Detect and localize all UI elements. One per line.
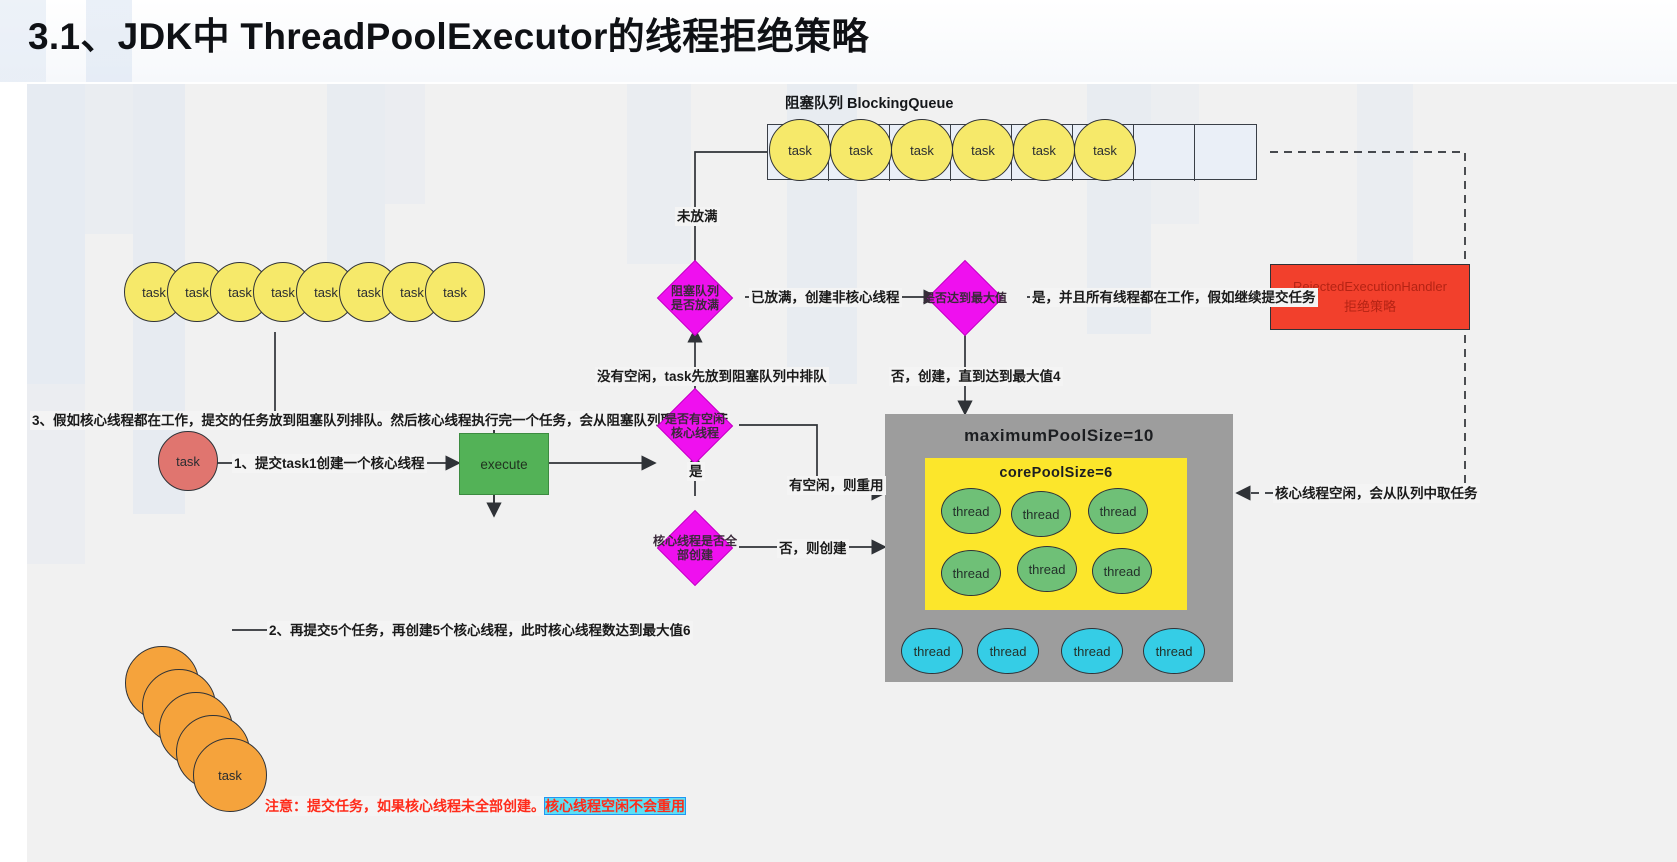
non-core-thread: thread <box>901 628 963 674</box>
core-thread: thread <box>941 488 1001 534</box>
warning-note-highlight: 核心线程空闲不会重用 <box>544 797 686 815</box>
queued-task: task <box>193 738 267 812</box>
edge-label-queue-not-full: 未放满 <box>675 207 720 226</box>
diamond-shape <box>656 259 734 337</box>
decision-all-core-created: 核心线程是否全 部创建 <box>645 509 745 587</box>
queue-task: task <box>1074 119 1136 181</box>
warning-note-text: 注意：提交任务，如果核心线程未全部创建。 <box>265 798 545 814</box>
edge-label-max-reached-submit: 是，并且所有线程都在工作，假如继续提交任务 <box>1030 288 1318 307</box>
edge-label-queue-full-create-noncore: 已放满，创建非核心线程 <box>749 288 902 307</box>
non-core-thread: thread <box>1143 628 1205 674</box>
reject-subtitle: 拒绝策略 <box>1343 299 1396 314</box>
annotation-step2: 2、再提交5个任务，再创建5个核心线程，此时核心线程数达到最大值6 <box>267 621 693 640</box>
maximum-pool: maximumPoolSize=10 corePoolSize=6 thread… <box>885 414 1233 682</box>
warning-note: 注意：提交任务，如果核心线程未全部创建。核心线程空闲不会重用 <box>265 796 686 816</box>
diamond-shape <box>656 387 734 465</box>
annotation-step3: 3、假如核心线程都在工作，提交的任务放到阻塞队列排队。然后核心线程执行完一个任务… <box>30 411 731 430</box>
maximum-pool-title: maximumPoolSize=10 <box>964 426 1154 445</box>
edge-label-not-max-create: 否，创建，直到达到最大值4 <box>889 367 1063 386</box>
queue-cell-empty <box>1195 125 1256 181</box>
edge-label-core-idle-take: 核心线程空闲，会从队列中取任务 <box>1273 484 1480 503</box>
core-pool-title: corePoolSize=6 <box>999 465 1113 481</box>
page-title: 3.1、JDK中 ThreadPoolExecutor的线程拒绝策略 <box>28 16 869 57</box>
edge-label-yes: 是 <box>687 462 705 481</box>
decision-queue-full: 阻塞队列 是否放满 <box>645 259 745 337</box>
diagram-canvas: 阻塞队列 BlockingQueue task task task task t… <box>27 84 1677 862</box>
core-thread: thread <box>1017 546 1077 592</box>
queue-task: task <box>891 119 953 181</box>
queue-task: task <box>830 119 892 181</box>
non-core-thread: thread <box>1061 628 1123 674</box>
non-core-thread: thread <box>977 628 1039 674</box>
blocking-queue-title: 阻塞队列 BlockingQueue <box>785 96 954 112</box>
annotation-step1: 1、提交task1创建一个核心线程 <box>232 454 427 473</box>
submitted-task: task <box>158 431 218 491</box>
queue-task: task <box>1013 119 1075 181</box>
pending-task: task <box>425 262 485 322</box>
core-thread: thread <box>1088 488 1148 534</box>
edge-label-no-create: 否，则创建 <box>777 539 849 558</box>
edge-label-no-idle-enqueue: 没有空闲，task先放到阻塞队列中排队 <box>595 367 829 386</box>
queue-cell-empty <box>1134 125 1195 181</box>
core-thread: thread <box>1092 548 1152 594</box>
queue-task: task <box>952 119 1014 181</box>
core-thread: thread <box>1011 491 1071 537</box>
diamond-shape <box>656 509 734 587</box>
queue-task: task <box>769 119 831 181</box>
title-band: 3.1、JDK中 ThreadPoolExecutor的线程拒绝策略 <box>0 0 1677 82</box>
decision-max-reached: 是否达到最大值 <box>915 259 1015 337</box>
execute-box: execute <box>459 433 549 495</box>
diamond-shape <box>926 259 1004 337</box>
edge-label-idle-reuse: 有空闲，则重用 <box>787 476 886 495</box>
core-thread: thread <box>941 550 1001 596</box>
core-pool: corePoolSize=6 thread thread thread thre… <box>925 458 1187 610</box>
connector-edges <box>217 144 1466 631</box>
decision-idle-core: 是否有空闲 核心线程 <box>645 387 745 465</box>
